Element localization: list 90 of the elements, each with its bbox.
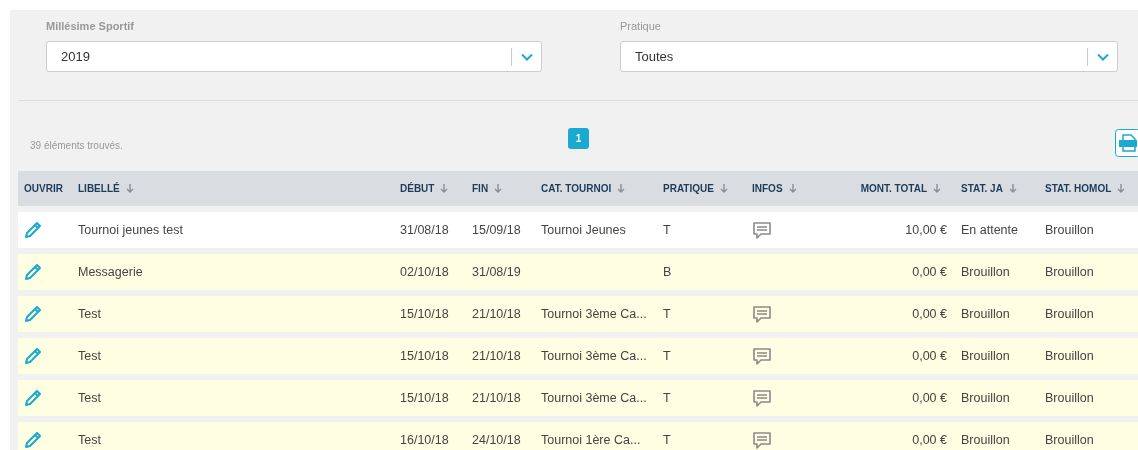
column-header[interactable]: CAT. TOURNOI xyxy=(541,183,612,194)
column-header[interactable]: LIBELLÉ xyxy=(78,183,120,194)
table-cell: En attente xyxy=(961,223,1018,237)
table-row[interactable]: Test 15/10/18 21/10/18 Tournoi 3ème Ca... T 0,00 € Brouillon Brouillon xyxy=(18,338,1138,374)
chevron-down-icon xyxy=(1097,52,1109,61)
table-cell: 24/10/18 xyxy=(472,433,521,447)
table-cell: 21/10/18 xyxy=(472,307,521,321)
pencil-icon[interactable] xyxy=(24,305,42,323)
table-cell: Brouillon xyxy=(961,265,1010,279)
table-cell: Brouillon xyxy=(1045,349,1094,363)
table-cell: T xyxy=(663,307,671,321)
table-cell: 31/08/18 xyxy=(400,223,449,237)
comment-icon[interactable] xyxy=(752,304,772,324)
table-cell: 02/10/18 xyxy=(400,265,449,279)
table-row[interactable]: Test 15/10/18 21/10/18 Tournoi 3ème Ca... T 0,00 € Brouillon Brouillon xyxy=(18,380,1138,416)
column-header[interactable]: OUVRIR xyxy=(24,183,63,194)
sort-arrow-icon[interactable] xyxy=(494,183,503,194)
table-cell: 31/08/19 xyxy=(472,265,521,279)
table-cell: Messagerie xyxy=(78,265,143,279)
table-cell: Brouillon xyxy=(961,307,1010,321)
table-cell: 15/10/18 xyxy=(400,349,449,363)
column-header[interactable]: INFOS xyxy=(752,183,783,194)
column-header[interactable]: FIN xyxy=(472,183,489,194)
table-cell: 0,00 € xyxy=(912,349,947,363)
pencil-icon[interactable] xyxy=(24,221,42,239)
pencil-icon[interactable] xyxy=(24,389,42,407)
sort-arrow-icon[interactable] xyxy=(933,183,941,194)
sort-arrow-icon[interactable] xyxy=(1008,183,1017,194)
table-cell: 0,00 € xyxy=(912,433,947,447)
comment-icon[interactable] xyxy=(752,388,772,408)
table-cell: T xyxy=(663,391,671,405)
table-cell: 21/10/18 xyxy=(472,349,521,363)
table-cell: T xyxy=(663,223,671,237)
table-cell: 0,00 € xyxy=(912,391,947,405)
table-cell: B xyxy=(663,265,672,279)
table-cell: Tournoi Jeunes xyxy=(541,223,626,237)
sort-arrow-icon[interactable] xyxy=(1117,183,1126,194)
comment-icon[interactable] xyxy=(752,346,772,366)
table-cell: 15/09/18 xyxy=(472,223,521,237)
select-field[interactable]: Toutes xyxy=(620,41,1118,72)
sort-arrow-icon[interactable] xyxy=(125,183,134,194)
table-row[interactable]: Tournoi jeunes test 31/08/18 15/09/18 Tournoi Jeunes T 10,00 € En attente Brouillon xyxy=(18,212,1138,248)
table-cell: Brouillon xyxy=(1045,307,1094,321)
column-header[interactable]: DÉBUT xyxy=(400,183,435,194)
sort-arrow-icon[interactable] xyxy=(788,183,797,194)
table-cell: 0,00 € xyxy=(912,307,947,321)
table-cell: Tournoi jeunes test xyxy=(78,223,183,237)
column-header[interactable]: PRATIQUE xyxy=(663,183,714,194)
table-cell: 15/10/18 xyxy=(400,391,449,405)
pencil-icon[interactable] xyxy=(24,263,42,281)
column-header[interactable]: STAT. JA xyxy=(961,183,1003,194)
table-cell: Test xyxy=(78,433,101,447)
table-cell: T xyxy=(663,433,671,447)
filter-label: Pratique xyxy=(620,20,662,34)
sort-arrow-icon[interactable] xyxy=(719,183,728,194)
filter-label: Millésime Sportif xyxy=(46,20,136,34)
chevron-down-icon xyxy=(521,52,533,61)
sort-arrow-icon[interactable] xyxy=(617,183,626,194)
table-row[interactable]: Messagerie 02/10/18 31/08/19 B 0,00 € Brouillon Brouillon xyxy=(18,254,1138,290)
table-cell: Brouillon xyxy=(1045,391,1094,405)
table-cell: 0,00 € xyxy=(912,265,947,279)
table-cell: Brouillon xyxy=(961,349,1010,363)
table-cell: Brouillon xyxy=(1045,265,1094,279)
table-cell: Brouillon xyxy=(1045,433,1094,447)
table-cell: 21/10/18 xyxy=(472,391,521,405)
table-row[interactable]: Test 16/10/18 24/10/18 Tournoi 1ère Ca... T 0,00 € Brouillon Brouillon xyxy=(18,422,1138,450)
column-header[interactable]: STAT. HOMOL xyxy=(1045,183,1112,194)
column-header[interactable]: MONT. TOTAL xyxy=(860,183,927,194)
table-cell: 15/10/18 xyxy=(400,307,449,321)
table-cell: Tournoi 1ère Ca... xyxy=(541,433,641,447)
table-cell: Test xyxy=(78,391,101,405)
pencil-icon[interactable] xyxy=(24,431,42,449)
table-cell: 10,00 € xyxy=(905,223,947,237)
table-cell: T xyxy=(663,349,671,363)
table-cell: Tournoi 3ème Ca... xyxy=(541,391,647,405)
sort-arrow-icon[interactable] xyxy=(440,183,449,194)
table-cell: 16/10/18 xyxy=(400,433,449,447)
table-cell: Brouillon xyxy=(1045,223,1094,237)
table-cell: Brouillon xyxy=(961,433,1010,447)
pencil-icon[interactable] xyxy=(24,347,42,365)
table-cell: Brouillon xyxy=(961,391,1010,405)
select-field[interactable]: 2019 xyxy=(46,41,542,72)
comment-icon[interactable] xyxy=(752,430,772,450)
table-cell: Tournoi 3ème Ca... xyxy=(541,349,647,363)
table-cell: Test xyxy=(78,349,101,363)
comment-icon[interactable] xyxy=(752,220,772,240)
table-cell: Tournoi 3ème Ca... xyxy=(541,307,647,321)
results-count: 39 éléments trouvés. xyxy=(30,139,124,151)
table-row[interactable]: Test 15/10/18 21/10/18 Tournoi 3ème Ca... T 0,00 € Brouillon Brouillon xyxy=(18,296,1138,332)
table-cell: Test xyxy=(78,307,101,321)
